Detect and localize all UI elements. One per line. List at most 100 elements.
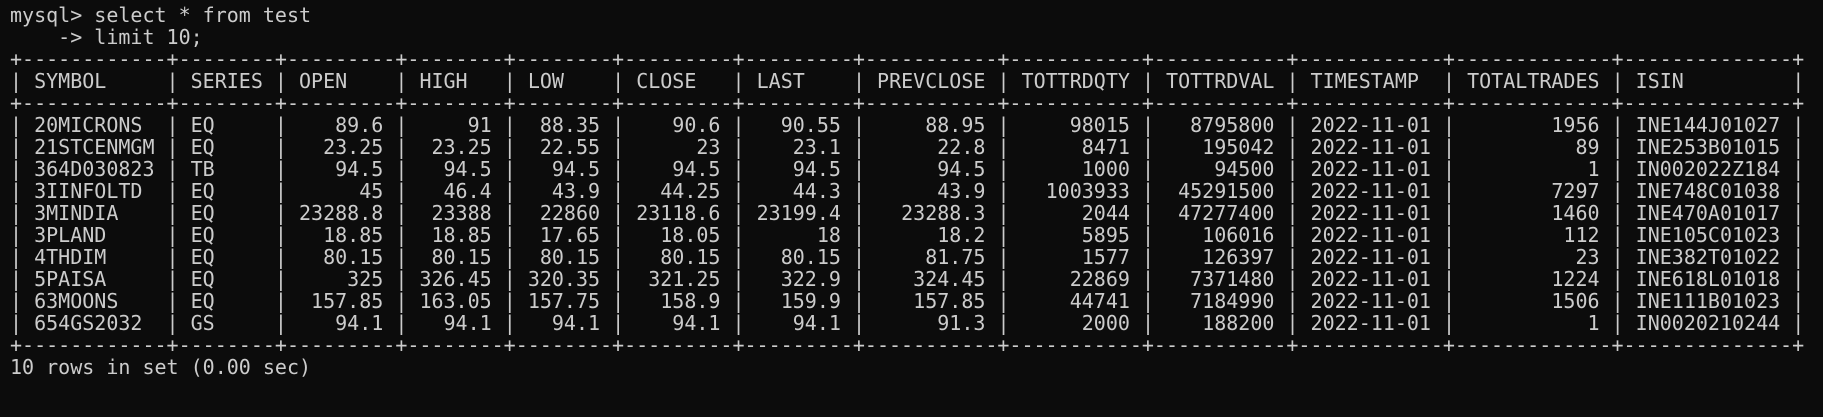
table-cell: 80.15	[636, 245, 721, 269]
table-cell: EQ	[190, 267, 263, 291]
table-cell: 22.55	[527, 135, 601, 159]
column-header-tottrdqty: TOTTRDQTY	[1021, 69, 1130, 93]
table-row: | 3IINFOLTD | EQ | 45 | 46.4 | 43.9 | 44…	[10, 179, 1805, 203]
table-cell: 89	[1467, 135, 1600, 159]
table-cell: 158.9	[636, 289, 721, 313]
table-cell: 46.4	[419, 179, 492, 203]
table-cell: EQ	[190, 289, 263, 313]
table-cell: 91	[419, 113, 492, 137]
command-line-2: -> limit 10;	[10, 26, 1823, 48]
table-cell: 81.75	[877, 245, 986, 269]
table-cell: 1	[1467, 157, 1600, 181]
table-cell: 2022-11-01	[1310, 245, 1431, 269]
table-cell: EQ	[190, 135, 263, 159]
table-cell: 4THDIM	[34, 245, 155, 269]
table-cell: 80.15	[299, 245, 384, 269]
table-cell: 2022-11-01	[1310, 311, 1431, 335]
table-body: | 20MICRONS | EQ | 89.6 | 91 | 88.35 | 9…	[10, 114, 1823, 334]
table-cell: 112	[1467, 223, 1600, 247]
table-cell: 2000	[1021, 311, 1130, 335]
table-row: | 4THDIM | EQ | 80.15 | 80.15 | 80.15 | …	[10, 245, 1805, 269]
table-cell: EQ	[190, 113, 263, 137]
table-cell: 45291500	[1166, 179, 1275, 203]
table-cell: 23388	[419, 201, 492, 225]
table-row: | 3PLAND | EQ | 18.85 | 18.85 | 17.65 | …	[10, 223, 1805, 247]
table-cell: 5895	[1021, 223, 1130, 247]
table-cell: INE144J01027	[1635, 113, 1781, 137]
table-cell: 20MICRONS	[34, 113, 155, 137]
table-cell: 1506	[1467, 289, 1600, 313]
table-cell: 159.9	[756, 289, 841, 313]
table-cell: 44.25	[636, 179, 721, 203]
table-cell: 23.25	[299, 135, 384, 159]
column-header-timestamp: TIMESTAMP	[1310, 69, 1431, 93]
table-cell: 1956	[1467, 113, 1600, 137]
command-text-2: limit 10;	[94, 25, 203, 49]
table-cell: 8471	[1021, 135, 1130, 159]
table-cell: 94.1	[419, 311, 492, 335]
table-cell: 89.6	[299, 113, 384, 137]
table-cell: 126397	[1166, 245, 1275, 269]
table-cell: 80.15	[756, 245, 841, 269]
column-header-low: LOW	[527, 69, 601, 93]
result-summary: 10 rows in set (0.00 sec)	[10, 355, 312, 379]
table-cell: 94.5	[527, 157, 601, 181]
table-cell: 2022-11-01	[1310, 113, 1431, 137]
table-cell: 22869	[1021, 267, 1130, 291]
table-cell: 23199.4	[756, 201, 841, 225]
table-cell: 94.5	[877, 157, 986, 181]
table-header-row: | SYMBOL | SERIES | OPEN | HIGH | LOW | …	[10, 69, 1805, 93]
table-cell: 23	[636, 135, 721, 159]
table-cell: 2022-11-01	[1310, 157, 1431, 181]
table-cell: 80.15	[419, 245, 492, 269]
table-cell: 106016	[1166, 223, 1275, 247]
table-cell: 94.5	[756, 157, 841, 181]
table-cell: 98015	[1021, 113, 1130, 137]
table-cell: 1003933	[1021, 179, 1130, 203]
table-cell: 8795800	[1166, 113, 1275, 137]
table-cell: 23118.6	[636, 201, 721, 225]
table-cell: 94.5	[636, 157, 721, 181]
table-cell: 88.35	[527, 113, 601, 137]
table-cell: 47277400	[1166, 201, 1275, 225]
table-cell: EQ	[190, 179, 263, 203]
column-header-series: SERIES	[190, 69, 263, 93]
table-cell: 88.95	[877, 113, 986, 137]
table-cell: 654GS2032	[34, 311, 155, 335]
table-cell: 2022-11-01	[1310, 135, 1431, 159]
column-header-last: LAST	[756, 69, 841, 93]
table-cell: INE470A01017	[1635, 201, 1781, 225]
table-cell: 1	[1467, 311, 1600, 335]
table-cell: 22.8	[877, 135, 986, 159]
mysql-prompt: mysql>	[10, 3, 95, 27]
table-cell: 157.85	[877, 289, 986, 313]
table-cell: 18.2	[877, 223, 986, 247]
table-cell: 1000	[1021, 157, 1130, 181]
table-row: | 5PAISA | EQ | 325 | 326.45 | 320.35 | …	[10, 267, 1805, 291]
table-cell: 3IINFOLTD	[34, 179, 155, 203]
table-cell: 7297	[1467, 179, 1600, 203]
table-cell: 80.15	[527, 245, 601, 269]
table-cell: 23.1	[756, 135, 841, 159]
table-cell: 3MINDIA	[34, 201, 155, 225]
table-cell: INE748C01038	[1635, 179, 1781, 203]
table-cell: 7371480	[1166, 267, 1275, 291]
table-cell: 3PLAND	[34, 223, 155, 247]
result-table: +------------+--------+---------+-------…	[10, 48, 1823, 356]
table-cell: 23.25	[419, 135, 492, 159]
table-cell: 90.6	[636, 113, 721, 137]
table-cell: 1224	[1467, 267, 1600, 291]
table-cell: 94.1	[527, 311, 601, 335]
column-header-high: HIGH	[419, 69, 492, 93]
column-header-symbol: SYMBOL	[34, 69, 155, 93]
table-cell: 21STCENMGM	[34, 135, 155, 159]
column-header-totaltrades: TOTALTRADES	[1467, 69, 1600, 93]
terminal-window[interactable]: mysql> select * from test -> limit 10; +…	[0, 0, 1823, 417]
table-row: | 63MOONS | EQ | 157.85 | 163.05 | 157.7…	[10, 289, 1805, 313]
table-cell: 43.9	[877, 179, 986, 203]
table-cell: 90.55	[756, 113, 841, 137]
column-header-close: CLOSE	[636, 69, 721, 93]
table-cell: 321.25	[636, 267, 721, 291]
table-cell: 157.75	[527, 289, 601, 313]
table-cell: 326.45	[419, 267, 492, 291]
